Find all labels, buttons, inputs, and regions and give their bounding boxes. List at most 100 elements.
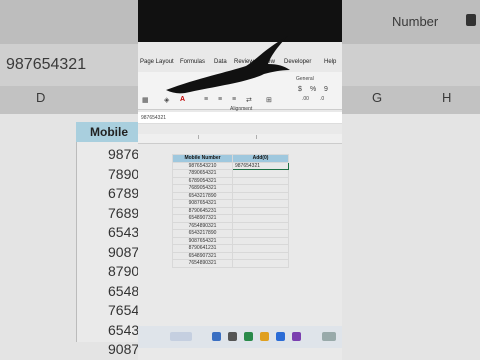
table-header-row: Mobile Number Add(0) <box>172 154 289 163</box>
table-row: 8790641231 <box>172 244 289 253</box>
right-col-h: H <box>442 90 452 105</box>
number-format-dropdown[interactable]: General <box>296 76 314 82</box>
excel-window: Page Layout Formulas Data Review View De… <box>138 0 342 360</box>
add-zero-cell[interactable] <box>232 206 289 215</box>
col-header-left: I <box>198 135 200 141</box>
left-formula-bar: 987654321 <box>0 44 138 86</box>
wrap-text-icon[interactable]: ⇄ <box>246 96 252 104</box>
left-formula-value: 987654321 <box>6 56 87 73</box>
add-zero-cell[interactable] <box>232 251 289 260</box>
currency-icon[interactable]: $ <box>298 86 302 93</box>
font-color-icon[interactable]: A <box>180 96 185 103</box>
mobile-number-cell[interactable]: 6789054321 <box>172 176 233 185</box>
formula-bar[interactable]: 987654321 <box>138 112 342 124</box>
table-row: 8790645231 <box>172 206 289 215</box>
left-column-header-strip: D <box>0 86 138 114</box>
search-box[interactable] <box>170 332 192 341</box>
table-row: 6548907321 <box>172 251 289 260</box>
mobile-number-cell[interactable]: 7689054321 <box>172 184 233 193</box>
excel-app-icon[interactable] <box>244 332 253 341</box>
left-number-value: 76548 <box>108 302 138 318</box>
right-number-label: Number <box>392 14 439 29</box>
app-icon[interactable] <box>292 332 301 341</box>
add-zero-cell[interactable] <box>232 229 289 238</box>
add-zero-cell[interactable] <box>232 191 289 200</box>
table-row: 6789054321 <box>172 176 289 185</box>
tab-review[interactable]: Review <box>234 59 254 65</box>
add-zero-cell[interactable] <box>232 184 289 193</box>
table-row: 6543217890 <box>172 229 289 238</box>
windows-start-icon[interactable] <box>212 332 221 341</box>
fill-color-icon[interactable]: ◈ <box>164 96 169 104</box>
tab-formulas[interactable]: Formulas <box>180 59 205 65</box>
add-zero-cell[interactable] <box>232 236 289 245</box>
align-right-icon[interactable]: ≡ <box>232 96 236 103</box>
tab-developer[interactable]: Developer <box>284 59 311 65</box>
add-zero-cell[interactable]: 987654321 <box>232 161 289 170</box>
left-number-value: 76890 <box>108 204 138 221</box>
dropdown-icon <box>466 14 476 26</box>
decrease-decimal-icon[interactable]: .0 <box>320 96 324 102</box>
left-number-value: 78906 <box>108 165 138 182</box>
mobile-number-cell[interactable]: 7890654321 <box>172 169 233 178</box>
left-number-value: 90876 <box>108 243 138 260</box>
column-headers: I I <box>138 134 342 144</box>
add-zero-cell[interactable] <box>232 214 289 223</box>
mobile-number-cell[interactable]: 9876543210 <box>172 161 233 170</box>
align-center-icon[interactable]: ≡ <box>218 96 222 103</box>
mobile-number-cell[interactable]: 9087654321 <box>172 236 233 245</box>
taskbar <box>138 326 342 348</box>
right-title-bar: Number <box>342 0 480 44</box>
tab-view[interactable]: View <box>262 59 275 65</box>
task-view-icon[interactable] <box>228 332 237 341</box>
table-row: 6543217890 <box>172 191 289 200</box>
mobile-number-cell[interactable]: 6543217890 <box>172 191 233 200</box>
comma-icon[interactable]: 9 <box>324 86 328 93</box>
table-row: 7654890321 <box>172 259 289 268</box>
right-sheet <box>342 114 480 360</box>
mobile-number-cell[interactable]: 9087654321 <box>172 199 233 208</box>
left-blurred-panel: 987654321 D Mobile 98765 78906 67890 76890 6… <box>0 0 138 360</box>
tab-help[interactable]: Help <box>324 59 336 65</box>
left-number-value: 98765 <box>108 146 138 162</box>
mobile-number-cell[interactable]: 6548907321 <box>172 251 233 260</box>
table-row: 9876543210 987654321 <box>172 161 289 170</box>
mobile-number-cell[interactable]: 6548907321 <box>172 214 233 223</box>
mobile-number-cell[interactable]: 6543217890 <box>172 229 233 238</box>
right-column-header-strip: G H <box>342 86 480 114</box>
left-number-value: 90876 <box>108 341 138 357</box>
add-zero-cell[interactable] <box>232 176 289 185</box>
mobile-number-cell[interactable]: 8790645231 <box>172 206 233 215</box>
tab-page-layout[interactable]: Page Layout <box>140 59 174 65</box>
merge-icon[interactable]: ⊞ <box>266 96 272 104</box>
table-row: 7689054321 <box>172 184 289 193</box>
file-explorer-icon[interactable] <box>260 332 269 341</box>
increase-decimal-icon[interactable]: .00 <box>302 96 309 102</box>
add-zero-cell[interactable] <box>232 221 289 230</box>
mobile-number-cell[interactable]: 8790641231 <box>172 244 233 253</box>
add-zero-cell[interactable] <box>232 244 289 253</box>
dark-top-region <box>138 0 342 42</box>
add-zero-cell[interactable] <box>232 259 289 268</box>
right-col-g: G <box>372 90 383 105</box>
percent-icon[interactable]: % <box>310 86 316 93</box>
header-mobile-number[interactable]: Mobile Number <box>172 154 233 163</box>
add-zero-cell[interactable] <box>232 199 289 208</box>
table-row: 7654890321 <box>172 221 289 230</box>
edge-browser-icon[interactable] <box>276 332 285 341</box>
mobile-number-cell[interactable]: 7654890321 <box>172 259 233 268</box>
left-col-letter: D <box>36 90 46 105</box>
align-left-icon[interactable]: ≡ <box>204 96 208 103</box>
left-number-value: 87906 <box>108 263 138 279</box>
system-tray-icon[interactable] <box>322 332 336 341</box>
tab-data[interactable]: Data <box>214 59 227 65</box>
left-number-value: 65432 <box>108 224 138 240</box>
col-header-right: I <box>256 135 258 141</box>
header-add-zero[interactable]: Add(0) <box>232 154 289 163</box>
mobile-number-cell[interactable]: 7654890321 <box>172 221 233 230</box>
add-zero-cell[interactable] <box>232 169 289 178</box>
borders-icon[interactable]: ▦ <box>142 96 149 104</box>
left-col-header: Mobile <box>76 122 138 142</box>
ribbon-tabs: Page Layout Formulas Data Review View De… <box>138 56 342 72</box>
data-table: Mobile Number Add(0) 9876543210 987654321… <box>172 154 289 268</box>
